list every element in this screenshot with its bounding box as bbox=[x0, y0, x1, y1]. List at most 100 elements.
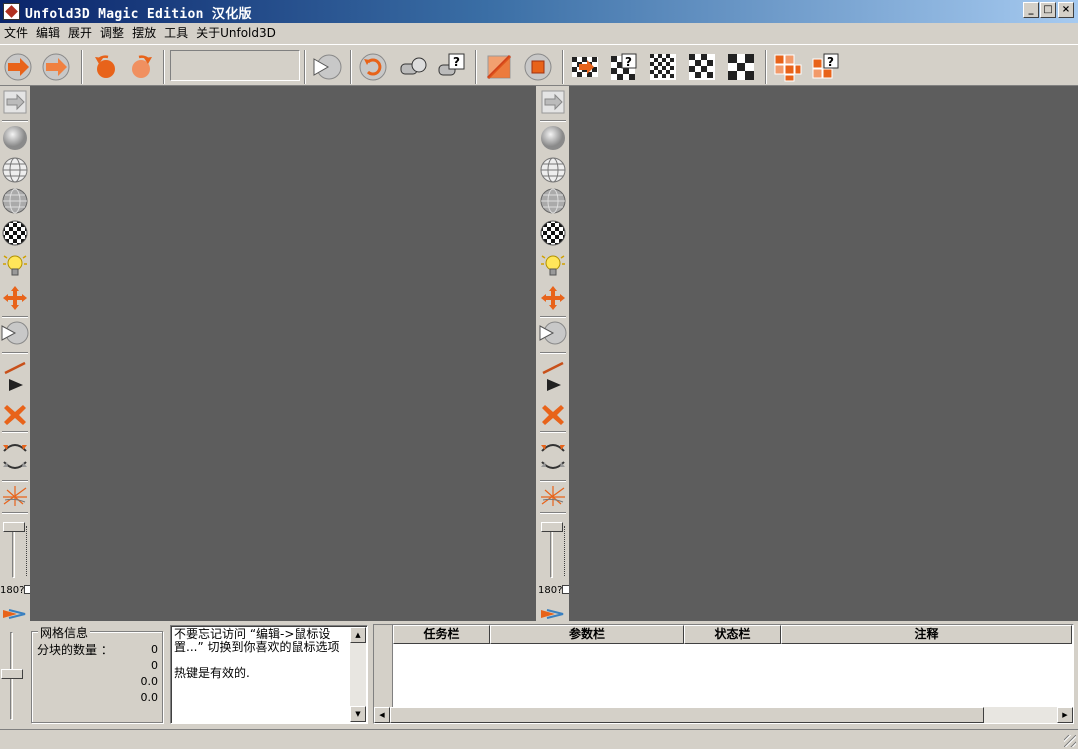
blocks-icon[interactable] bbox=[772, 51, 804, 83]
spark-icon[interactable] bbox=[1, 482, 29, 510]
toolbar-text-field[interactable] bbox=[170, 50, 300, 81]
menu-file[interactable]: 文件 bbox=[0, 24, 32, 43]
grid-horizontal-scrollbar[interactable]: ◀ ▶ bbox=[374, 707, 1073, 723]
globe-icon[interactable] bbox=[539, 187, 567, 215]
arrow-panel-icon[interactable] bbox=[1, 88, 29, 116]
mesh-info-group: 网格信息 分块的数量 ： 0 0 0.0 0.0 bbox=[31, 624, 163, 723]
rotate-left-icon[interactable] bbox=[89, 51, 121, 83]
scroll-left-icon[interactable]: ◀ bbox=[374, 707, 390, 723]
side-separator bbox=[2, 316, 28, 318]
toolbar-separator bbox=[350, 50, 352, 84]
side-separator bbox=[540, 120, 566, 122]
window-title: Unfold3D Magic Edition 汉化版 bbox=[25, 7, 252, 22]
rotate-right-icon[interactable] bbox=[126, 51, 158, 83]
angle-slider-track[interactable] bbox=[12, 526, 15, 578]
diagonal-square-icon[interactable] bbox=[483, 51, 515, 83]
arrow-right-icon[interactable] bbox=[2, 51, 34, 83]
toolbar-separator bbox=[562, 50, 564, 84]
angle-slider-ticks bbox=[559, 526, 565, 576]
scroll-up-icon[interactable]: ▲ bbox=[350, 627, 366, 643]
menu-about[interactable]: 关于Unfold3D bbox=[192, 24, 280, 43]
close-button[interactable]: × bbox=[1058, 2, 1074, 18]
title-bar[interactable]: Unfold3D Magic Edition 汉化版 _ □ × bbox=[0, 0, 1078, 23]
side-separator bbox=[2, 120, 28, 122]
message-textbox[interactable]: 不要忘记访问 “编辑->鼠标设置...” 切换到你喜欢的鼠标选项 热键是有效的.… bbox=[170, 625, 368, 724]
relax-down-icon[interactable] bbox=[1, 452, 29, 480]
toolbar-separator bbox=[163, 50, 165, 84]
undo-spiral-icon[interactable] bbox=[357, 51, 389, 83]
delete-x-icon[interactable] bbox=[1, 401, 29, 429]
zoom-slider-thumb[interactable] bbox=[1, 669, 23, 679]
arrow-right-alt-icon[interactable] bbox=[40, 51, 72, 83]
arrow-panel-icon[interactable] bbox=[539, 88, 567, 116]
triangle-icon[interactable] bbox=[1, 371, 29, 399]
status-bar bbox=[0, 729, 1078, 749]
scroll-right-icon[interactable]: ▶ bbox=[1057, 707, 1073, 723]
blocks-help-icon[interactable]: ? bbox=[810, 51, 842, 83]
spark-icon[interactable] bbox=[539, 482, 567, 510]
move-cross-icon[interactable] bbox=[539, 284, 567, 312]
angle-readout: 180? bbox=[538, 585, 572, 596]
bottom-panel: 网格信息 分块的数量 ： 0 0 0.0 0.0 不要忘记访问 “编辑->鼠标设… bbox=[0, 622, 1078, 728]
camera-cut-icon[interactable] bbox=[539, 319, 567, 347]
sphere-icon[interactable] bbox=[539, 124, 567, 152]
task-grid[interactable]: 任务栏 参数栏 状态栏 注释 ◀ ▶ bbox=[373, 624, 1074, 724]
app-logo-icon[interactable] bbox=[3, 3, 20, 20]
move-cross-icon[interactable] bbox=[1, 284, 29, 312]
menu-bar: 文件 编辑 展开 调整 摆放 工具 关于Unfold3D bbox=[0, 23, 1078, 44]
checker-medium-icon[interactable] bbox=[686, 51, 718, 83]
help-camera-icon[interactable]: ? bbox=[435, 51, 467, 83]
sphere-icon[interactable] bbox=[1, 124, 29, 152]
uv-viewport-left[interactable] bbox=[30, 86, 536, 621]
maximize-button[interactable]: □ bbox=[1040, 2, 1056, 18]
column-header-notes[interactable]: 注释 bbox=[781, 625, 1072, 644]
triangle-icon[interactable] bbox=[539, 371, 567, 399]
relax-down-icon[interactable] bbox=[539, 452, 567, 480]
wire-globe-icon[interactable] bbox=[539, 156, 567, 184]
checker-sphere-icon[interactable] bbox=[539, 219, 567, 247]
globe-icon[interactable] bbox=[1, 187, 29, 215]
menu-unfold[interactable]: 展开 bbox=[64, 24, 96, 43]
scroll-thumb[interactable] bbox=[390, 707, 984, 723]
left-side-toolbar: 180? bbox=[0, 86, 34, 624]
toolbar-separator bbox=[304, 50, 306, 84]
menu-edit[interactable]: 编辑 bbox=[32, 24, 64, 43]
resize-grip-icon[interactable] bbox=[1064, 735, 1076, 747]
app-window: Unfold3D Magic Edition 汉化版 _ □ × 文件 编辑 展… bbox=[0, 0, 1078, 749]
column-header-task[interactable]: 任务栏 bbox=[393, 625, 490, 644]
side-separator bbox=[540, 512, 566, 514]
menu-tools[interactable]: 工具 bbox=[160, 24, 192, 43]
light-bulb-icon[interactable] bbox=[1, 252, 29, 280]
checker-arrow-icon[interactable] bbox=[569, 51, 601, 83]
minimize-button[interactable]: _ bbox=[1023, 2, 1039, 18]
angle-readout: 180? bbox=[0, 585, 34, 596]
checker-small-icon[interactable] bbox=[647, 51, 679, 83]
checker-help-icon[interactable]: ? bbox=[608, 51, 640, 83]
delete-x-icon[interactable] bbox=[539, 401, 567, 429]
mesh-info-label: 分块的数量 ： bbox=[37, 643, 113, 657]
checker-large-icon[interactable] bbox=[725, 51, 757, 83]
column-header-status[interactable]: 状态栏 bbox=[684, 625, 781, 644]
camera-icon[interactable] bbox=[397, 51, 429, 83]
uv-viewport-right[interactable] bbox=[569, 86, 1078, 621]
angle-slider-track[interactable] bbox=[550, 526, 553, 578]
scroll-down-icon[interactable]: ▼ bbox=[350, 706, 366, 722]
menu-layout[interactable]: 摆放 bbox=[128, 24, 160, 43]
menu-adjust[interactable]: 调整 bbox=[96, 24, 128, 43]
svg-text:?: ? bbox=[827, 55, 834, 69]
mesh-info-title: 网格信息 bbox=[38, 624, 91, 641]
cut-shape-icon[interactable] bbox=[311, 51, 343, 83]
grid-header-row: 任务栏 参数栏 状态栏 注释 bbox=[393, 625, 1072, 644]
grid-row-header bbox=[374, 625, 393, 709]
camera-cut-icon[interactable] bbox=[1, 319, 29, 347]
column-header-params[interactable]: 参数栏 bbox=[490, 625, 684, 644]
side-separator bbox=[2, 512, 28, 514]
stop-square-icon[interactable] bbox=[522, 51, 554, 83]
toolbar-separator bbox=[81, 50, 83, 84]
message-scrollbar[interactable]: ▲ ▼ bbox=[350, 627, 366, 722]
light-bulb-icon[interactable] bbox=[539, 252, 567, 280]
mesh-info-value: 0.0 bbox=[140, 691, 159, 704]
wire-globe-icon[interactable] bbox=[1, 156, 29, 184]
checker-sphere-icon[interactable] bbox=[1, 219, 29, 247]
mesh-info-value: 0.0 bbox=[140, 675, 159, 688]
